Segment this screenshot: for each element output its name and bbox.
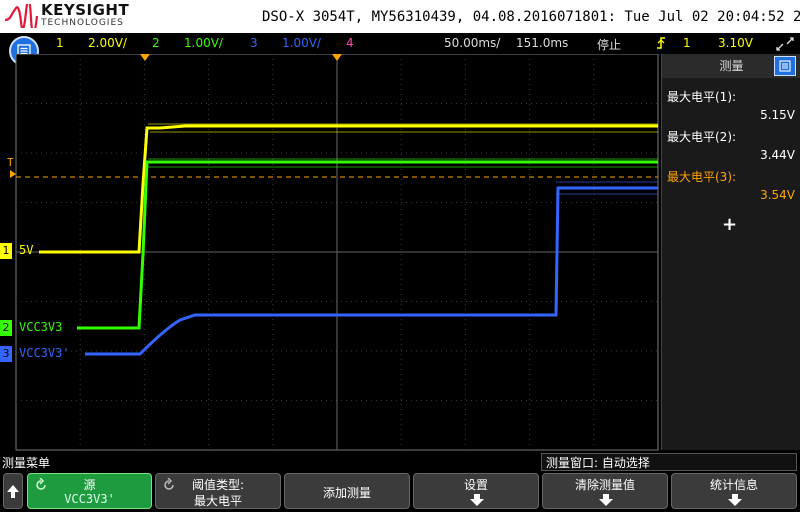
add-measurement-plus-icon[interactable]: + <box>722 214 737 235</box>
source-softkey-value: VCC3V3' <box>64 492 115 506</box>
threshold-type-label: 阈值类型: <box>191 478 245 492</box>
ch1-number[interactable]: 1 <box>56 36 64 50</box>
clear-measurements-softkey[interactable]: 清除测量值 <box>542 473 668 509</box>
timebase[interactable]: 50.00ms/ <box>444 36 500 50</box>
back-up-button[interactable] <box>3 473 23 509</box>
panel-menu-button[interactable] <box>774 56 796 76</box>
clear-measurements-label: 清除测量值 <box>574 478 635 492</box>
ch2-label: VCC3V3 <box>19 320 63 334</box>
waveform-display[interactable]: T <box>0 54 660 452</box>
arrow-down-icon <box>728 494 742 506</box>
statistics-label: 统计信息 <box>709 478 758 492</box>
keysight-logo-icon <box>4 4 38 28</box>
ch1-scale[interactable]: 2.00V/ <box>88 36 127 50</box>
ch1-label: 5V <box>19 243 34 257</box>
meas-2-label[interactable]: 最大电平(2): <box>667 128 736 145</box>
threshold-type-value: 最大电平 <box>193 494 242 508</box>
connection-arrows-icon[interactable] <box>775 36 795 55</box>
ch3-number[interactable]: 3 <box>250 36 258 50</box>
top-header: KEYSIGHT TECHNOLOGIES DSO-X 3054T, MY563… <box>0 0 800 33</box>
add-measurement-label: 添加测量 <box>322 486 371 500</box>
instrument-title: DSO-X 3054T, MY56310439, 04.08.201607180… <box>262 9 800 25</box>
ch3-ground-marker[interactable]: 3 <box>0 346 12 362</box>
brand-subtitle: TECHNOLOGIES <box>41 18 124 28</box>
meas-1-label[interactable]: 最大电平(1): <box>667 88 736 105</box>
trigger-level-arrow-icon <box>10 170 16 178</box>
trigger-channel[interactable]: 1 <box>683 36 691 50</box>
arrow-up-icon <box>7 485 19 498</box>
trigger-edge-icon <box>655 36 667 53</box>
arrow-down-icon <box>599 494 613 506</box>
ch2-scale[interactable]: 1.00V/ <box>184 36 223 50</box>
measurement-panel: 测量 最大电平(1): 5.15V 最大电平(2): 3.44V 最大电平(3)… <box>661 54 800 450</box>
ch2-ground-marker[interactable]: 2 <box>0 320 12 336</box>
ch4-number[interactable]: 4 <box>346 36 354 50</box>
statistics-softkey[interactable]: 统计信息 <box>671 473 797 509</box>
arrow-down-icon <box>470 494 484 506</box>
ch3-scale[interactable]: 1.00V/ <box>282 36 321 50</box>
source-softkey[interactable]: 源 VCC3V3' <box>27 473 152 509</box>
ch3-label: VCC3V3' <box>19 346 70 360</box>
meas-3-label[interactable]: 最大电平(3): <box>667 168 736 185</box>
ch2-number[interactable]: 2 <box>152 36 160 50</box>
trigger-marker: T <box>7 156 14 169</box>
settings-label: 设置 <box>463 478 488 492</box>
measurement-window-info: 测量窗口: 自动选择 <box>541 453 797 471</box>
trigger-level[interactable]: 3.10V <box>718 36 753 50</box>
channel-status-bar: 1 2.00V/ 2 1.00V/ 3 1.00V/ 4 50.00ms/ 15… <box>0 33 800 54</box>
meas-3-value: 3.54V <box>760 188 795 202</box>
settings-softkey[interactable]: 设置 <box>413 473 539 509</box>
run-state[interactable]: 停止 <box>597 36 621 53</box>
softkey-menu-title: 测量菜单 <box>2 456 51 470</box>
ch1-ground-marker[interactable]: 1 <box>0 243 12 259</box>
add-measurement-softkey[interactable]: 添加测量 <box>284 473 410 509</box>
meas-1-value: 5.15V <box>760 108 795 122</box>
threshold-type-softkey[interactable]: 阈值类型: 最大电平 <box>155 473 281 509</box>
brand-name: KEYSIGHT <box>41 1 130 19</box>
delay[interactable]: 151.0ms <box>516 36 568 50</box>
meas-2-value: 3.44V <box>760 148 795 162</box>
menu-icon <box>779 60 791 72</box>
source-softkey-label: 源 <box>83 478 96 492</box>
